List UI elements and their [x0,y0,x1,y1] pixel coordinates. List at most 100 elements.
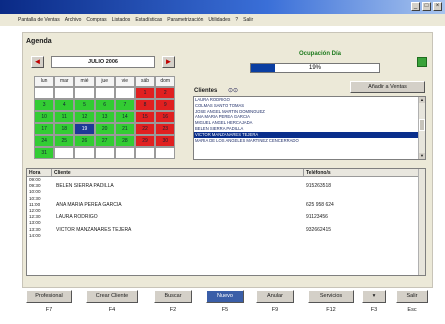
menu-archivo[interactable]: Archivo [65,17,82,23]
table-row[interactable]: 14:00 [27,233,425,239]
calendar-day[interactable] [34,87,55,99]
ocupacion-label: Ocupación Día [298,51,341,57]
anular-button[interactable]: Anular [256,290,294,303]
calendar-day[interactable]: 25 [54,135,75,147]
weekday-mon: lun [34,76,55,87]
weekday-fri: vie [114,76,135,87]
calendar-day[interactable] [94,147,115,159]
calendar-day[interactable]: 9 [155,99,176,111]
salir-button[interactable]: Salir [396,290,428,303]
calendar-week: 17 18 19 20 21 22 23 [34,123,176,135]
menu-listados[interactable]: Listados [112,17,131,23]
menu-estadisticas[interactable]: Estadísticas [135,17,162,23]
calendar-weekdays: lun mar mié jue vie sáb dom [34,76,176,87]
calendar-week: 31 [34,147,176,159]
maximize-button[interactable]: □ [422,2,431,11]
calendar-day[interactable] [134,147,156,159]
ocupacion-progress-bar: 19% [250,63,380,73]
anular-key: F9 [271,307,279,313]
calendar-day[interactable] [114,147,135,159]
calendar-day[interactable]: 31 [34,147,55,159]
clientes-label: Clientes [194,88,218,94]
menu-help[interactable]: ? [235,17,238,23]
minimize-button[interactable]: _ [411,2,420,11]
calendar-day[interactable] [155,147,176,159]
schedule-header: Hora Cliente Teléfono/s [27,169,425,177]
calendar-day[interactable]: 15 [134,111,156,123]
crear-cliente-key: F4 [108,307,116,313]
calendar-day[interactable]: 29 [134,135,156,147]
nuevo-button[interactable]: Nuevo [206,290,244,303]
nuevo-key: F5 [221,307,229,313]
calendar-day[interactable]: 24 [34,135,55,147]
calendar-day[interactable]: 28 [114,135,135,147]
scroll-up-icon[interactable]: ▲ [419,97,425,103]
prev-month-button[interactable]: ◄ [31,56,44,68]
schedule-table: Hora Cliente Teléfono/s 09:00 09:30 BELE… [26,168,426,276]
scroll-down-icon[interactable]: ▼ [419,153,425,159]
weekday-sun: dom [155,76,176,87]
crear-cliente-button[interactable]: Crear Cliente [86,290,138,303]
client-list-item[interactable]: MARIA DE LOS ANGELES MARTINEZ CENCERRADO [194,138,425,144]
scroll-thumb[interactable] [419,119,425,131]
calendar-day[interactable]: 18 [54,123,75,135]
calendar-day[interactable]: 21 [114,123,135,135]
calendar-week: 3 4 5 6 7 8 9 [34,99,176,111]
calendar-day[interactable]: 11 [54,111,75,123]
weekday-sat: sáb [134,76,156,87]
profesional-button[interactable]: Profesional [26,290,72,303]
menu-utilidades[interactable]: Utilidades [208,17,230,23]
calendar-day[interactable]: 27 [94,135,115,147]
calendar: lun mar mié jue vie sáb dom 1 2 3 4 5 6 … [34,76,176,159]
servicios-button[interactable]: Servicios [308,290,354,303]
calendar-day[interactable]: 13 [94,111,115,123]
column-cliente[interactable]: Cliente [52,169,304,176]
weekday-wed: mié [74,76,95,87]
binoculars-icon[interactable]: ⊙⊙ [228,87,238,94]
buscar-button[interactable]: Buscar [154,290,192,303]
calendar-day[interactable]: 3 [34,99,55,111]
calendar-day[interactable] [54,87,75,99]
calendar-day[interactable]: 30 [155,135,176,147]
client-list[interactable]: LAURA RODRIGO COLMAS SANTO TOMAS JOSE AN… [193,96,426,160]
calendar-day[interactable] [74,87,95,99]
column-telefono[interactable]: Teléfono/s [304,169,419,176]
menu-salir[interactable]: Salir [243,17,253,23]
calendar-day[interactable]: 2 [155,87,176,99]
calendar-day[interactable]: 16 [155,111,176,123]
dropdown-button[interactable]: ▾ [362,290,386,303]
menu-parametrizacion[interactable]: Parametrización [167,17,203,23]
calendar-day[interactable] [54,147,75,159]
refresh-icon[interactable] [417,57,427,67]
client-list-scrollbar[interactable]: ▲ ▼ [418,97,425,159]
function-button-bar: Profesional F7 Crear Cliente F4 Buscar F… [18,290,438,320]
calendar-day[interactable]: 12 [74,111,95,123]
column-hora[interactable]: Hora [27,169,52,176]
close-button[interactable]: × [433,2,442,11]
next-month-button[interactable]: ► [162,56,175,68]
calendar-day[interactable]: 1 [134,87,156,99]
menu-pantalla-ventas[interactable]: Pantalla de Ventas [18,17,60,23]
month-selector: ◄ JULIO 2006 ► [31,56,181,68]
menu-compras[interactable]: Compras [86,17,106,23]
add-to-sales-button[interactable]: Añadir a Ventas [350,81,425,93]
calendar-day[interactable]: 22 [134,123,156,135]
calendar-day[interactable]: 10 [34,111,55,123]
schedule-scrollbar[interactable] [418,169,425,275]
calendar-day[interactable]: 17 [34,123,55,135]
calendar-day[interactable]: 4 [54,99,75,111]
calendar-day[interactable]: 20 [94,123,115,135]
calendar-day[interactable]: 23 [155,123,176,135]
calendar-day[interactable] [114,87,135,99]
calendar-day[interactable]: 14 [114,111,135,123]
calendar-day[interactable]: 8 [134,99,156,111]
calendar-day[interactable]: 26 [74,135,95,147]
calendar-day[interactable]: 6 [94,99,115,111]
calendar-day[interactable] [94,87,115,99]
calendar-day-selected[interactable]: 19 [74,123,95,135]
calendar-day[interactable] [74,147,95,159]
calendar-day[interactable]: 5 [74,99,95,111]
calendar-day[interactable]: 7 [114,99,135,111]
weekday-tue: mar [54,76,75,87]
calendar-week: 10 11 12 13 14 15 16 [34,111,176,123]
